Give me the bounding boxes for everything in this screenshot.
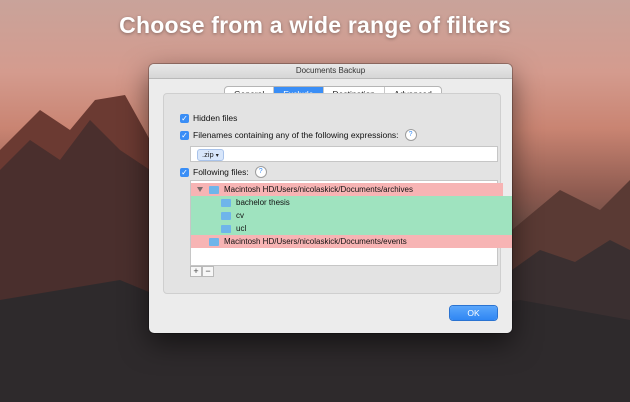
expression-token[interactable]: .zip ▾ xyxy=(197,149,224,161)
add-button[interactable]: + xyxy=(190,266,202,277)
excluded-files-list[interactable]: Macintosh HD/Users/nicolaskick/Documents… xyxy=(190,180,512,266)
following-files-option: ✓ Following files: ? xyxy=(180,166,267,178)
following-files-label: Following files: xyxy=(193,167,249,177)
disclosure-triangle-icon[interactable] xyxy=(197,187,203,192)
remove-button[interactable]: − xyxy=(202,266,214,277)
filenames-label: Filenames containing any of the followin… xyxy=(193,130,399,140)
help-icon[interactable]: ? xyxy=(254,166,267,178)
folder-icon xyxy=(209,185,219,194)
help-icon[interactable]: ? xyxy=(404,129,417,141)
list-item[interactable]: Macintosh HD/Users/nicolaskick/Documents… xyxy=(191,235,512,248)
list-item[interactable]: ucl xyxy=(191,222,512,235)
headline: Choose from a wide range of filters xyxy=(119,12,511,38)
list-item[interactable]: Macintosh HD/Users/nicolaskick/Documents… xyxy=(191,183,503,196)
folder-icon xyxy=(221,198,231,207)
expression-token-label: .zip xyxy=(202,150,214,159)
folder-icon xyxy=(221,211,231,220)
hidden-files-label: Hidden files xyxy=(193,113,238,123)
list-item-label: Macintosh HD/Users/nicolaskick/Documents… xyxy=(224,237,407,246)
list-item-label: bachelor thesis xyxy=(236,198,290,207)
preferences-window: Documents Backup General Exclude Destina… xyxy=(149,64,512,333)
following-files-checkbox[interactable]: ✓ xyxy=(180,167,189,177)
list-item-label: cv xyxy=(236,211,244,220)
add-remove-bar: + − xyxy=(190,266,214,277)
hidden-files-option: ✓ Hidden files xyxy=(180,113,237,123)
ok-button[interactable]: OK xyxy=(450,306,497,320)
expression-token-field[interactable]: .zip ▾ xyxy=(190,146,498,162)
chevron-down-icon: ▾ xyxy=(215,153,219,159)
folder-icon xyxy=(209,237,219,246)
filenames-option: ✓ Filenames containing any of the follow… xyxy=(180,129,417,141)
list-item-label: Macintosh HD/Users/nicolaskick/Documents… xyxy=(224,185,413,194)
exclude-panel: ✓ Hidden files ✓ Filenames containing an… xyxy=(163,93,512,294)
list-item[interactable]: bachelor thesis xyxy=(191,196,512,209)
folder-icon xyxy=(221,224,231,233)
hidden-files-checkbox[interactable]: ✓ xyxy=(180,113,189,123)
list-item[interactable]: cv xyxy=(191,209,512,222)
filenames-checkbox[interactable]: ✓ xyxy=(180,130,189,140)
list-item-label: ucl xyxy=(236,224,247,233)
window-title: Documents Backup xyxy=(149,64,512,79)
